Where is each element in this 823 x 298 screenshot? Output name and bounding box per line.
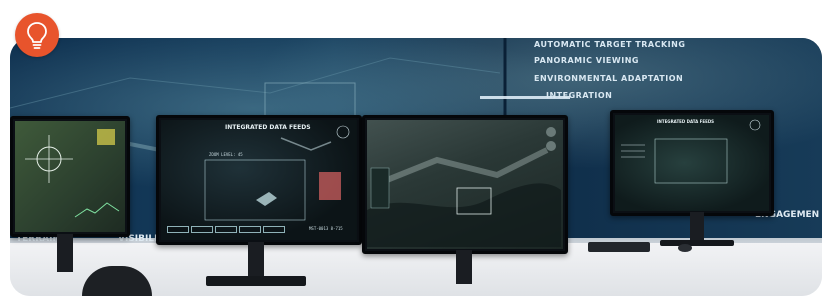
- right-monitor-screen: INTEGRATED DATA FEEDS: [615, 115, 769, 211]
- center-monitor-btn-2: [191, 226, 213, 233]
- targeting-reticle: [25, 129, 120, 218]
- wall-headline-3: ENVIRONMENTAL ADAPTATION: [534, 74, 684, 83]
- center-monitor-btn-3: [215, 226, 237, 233]
- right-monitor-base: [660, 240, 734, 246]
- right-monitor: INTEGRATED DATA FEEDS: [610, 110, 774, 216]
- keyboard: [588, 242, 650, 252]
- photo-card: AUTOMATIC TARGET TRACKING PANORAMIC VIEW…: [10, 38, 822, 296]
- lightbulb-icon: [27, 22, 47, 49]
- right-monitor-graphics: [621, 119, 761, 184]
- wall-headline-1: AUTOMATIC TARGET TRACKING: [534, 40, 686, 49]
- center-right-monitor-stand: [456, 250, 472, 284]
- left-monitor: [10, 116, 130, 237]
- center-monitor-screen: INTEGRATED DATA FEEDS ZOOM LEVEL: 45 MST…: [161, 120, 357, 240]
- center-monitor-btn-1: [167, 226, 189, 233]
- center-monitor-btn-5: [263, 226, 285, 233]
- center-monitor-base: [206, 276, 306, 286]
- wall-headline-2: PANORAMIC VIEWING: [534, 56, 639, 65]
- center-right-monitor-screen: [367, 120, 563, 249]
- center-monitor-stand: [248, 242, 264, 278]
- center-right-monitor: [362, 115, 568, 254]
- left-monitor-screen: [15, 121, 125, 232]
- right-monitor-stand: [690, 212, 704, 242]
- mouse: [678, 244, 692, 252]
- right-monitor-title: INTEGRATED DATA FEEDS: [657, 119, 715, 124]
- center-monitor-graphics: [204, 125, 350, 221]
- left-monitor-stand: [57, 234, 73, 272]
- center-monitor: INTEGRATED DATA FEEDS ZOOM LEVEL: 45 MST…: [156, 115, 362, 245]
- center-monitor-btn-4: [239, 226, 261, 233]
- aerial-terrain-view: [367, 127, 561, 247]
- wall-headline-4: INTEGRATION: [546, 91, 613, 100]
- lightbulb-badge: [15, 13, 59, 57]
